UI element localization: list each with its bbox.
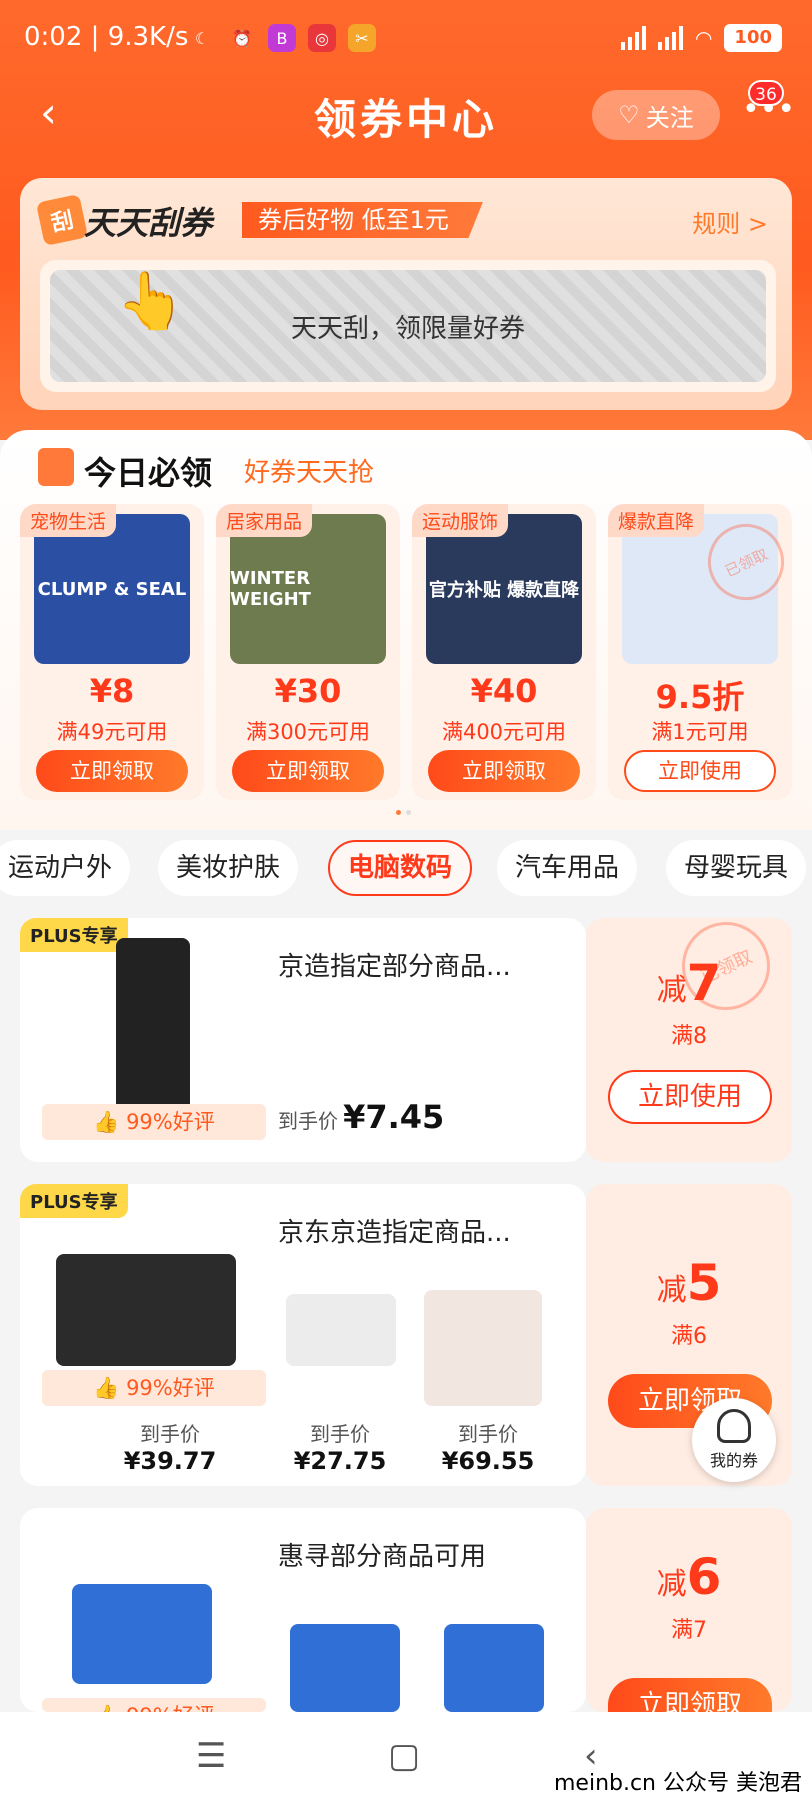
wifi-icon: ◠ [694,26,713,50]
today-must-claim-section: 今日必领 好券天天抢 宠物生活 CLUMP & SEAL ¥8 满49元可用 立… [0,430,812,830]
product-image [286,1294,396,1366]
price-item: 到手价 ¥69.55 [441,1422,535,1475]
home-icon[interactable]: ▢ [388,1736,420,1776]
product-name: 惠寻部分商品可用 [278,1542,487,1572]
card-condition: 满300元可用 [245,720,371,744]
target-app-icon: ◎ [308,24,336,52]
card-category-tag: 运动服饰 [412,504,509,537]
menu-icon[interactable]: ☰ [196,1736,226,1776]
system-nav-bar: ☰ ▢ ‹ meinb.cn 公众号 美泡君 [0,1712,812,1805]
rating-badge: 👍 99%好评 [42,1104,266,1140]
rules-link[interactable]: 规则 > [692,204,768,239]
claim-button[interactable]: 立即领取 [232,750,384,792]
discount-amount: 减5 [656,1254,722,1312]
product-image [116,938,190,1124]
scratch-tag: 刮 [35,193,89,247]
scratch-slogan: 券后好物 低至1元 [242,202,483,238]
use-button[interactable]: 立即使用 [608,1070,772,1124]
coupon-product-panel[interactable]: 惠寻部分商品可用 👍 99%好评 [20,1508,586,1712]
tab-auto[interactable]: 汽车用品 [497,840,638,896]
coupon-row: 惠寻部分商品可用 👍 99%好评 减6 满7 立即领取 [20,1508,792,1720]
tab-digital[interactable]: 电脑数码 [328,840,473,896]
scratch-card-banner: 刮 天天刮券 券后好物 低至1元 规则 > 天天刮，领限量好券 👆 [20,178,792,410]
pointing-hand-icon: 👆 [116,269,186,334]
price-item: 到手价 ¥39.77 [123,1422,217,1475]
discount-amount: 减6 [656,1548,722,1606]
plus-exclusive-badge: PLUS专享 [20,918,128,952]
scratch-title: 天天刮券 [84,204,213,242]
product-image [424,1290,542,1406]
card-category-tag: 爆款直降 [608,504,705,537]
card-category-tag: 宠物生活 [20,504,117,537]
coupon-card[interactable]: 居家用品 WINTER WEIGHT ¥30 满300元可用 立即领取 [216,504,400,800]
coupon-product-panel[interactable]: PLUS专享 京东京造指定商品... 👍 99%好评 到手价 ¥39.77 到手… [20,1184,586,1486]
card-price: ¥8 [89,672,135,710]
coupon-discount-panel: 减6 满7 立即领取 [586,1508,792,1720]
claim-button[interactable]: 立即领取 [428,750,580,792]
card-condition: 满400元可用 [441,720,567,744]
coupon-row: PLUS专享 👍 99%好评 京造指定部分商品... 到手价 ¥7.45 已领取… [20,907,792,1162]
claim-button[interactable]: 立即领取 [36,750,188,792]
coupon-row: PLUS专享 京东京造指定商品... 👍 99%好评 到手价 ¥39.77 到手… [20,1184,792,1486]
moon-icon: ☾ [194,28,210,48]
rating-badge: 👍 99%好评 [42,1698,266,1712]
final-price: 到手价 ¥7.45 [278,1098,445,1136]
tools-app-icon: ✂ [348,24,376,52]
follow-label: 关注 [645,103,694,132]
tab-baby[interactable]: 母婴玩具 [666,840,807,896]
card-price: ¥40 [470,672,538,710]
coupon-card[interactable]: 运动服饰 官方补贴 爆款直降 ¥40 满400元可用 立即领取 [412,504,596,800]
minimum-spend: 满7 [671,1618,707,1643]
user-icon [717,1409,751,1443]
rating-badge: 👍 99%好评 [42,1370,266,1406]
product-image [72,1584,212,1684]
plus-exclusive-badge: PLUS专享 [20,1184,128,1218]
alarm-icon: ⏰ [232,28,252,48]
nav-bar: ‹ 领券中心 ♡ 关注 ••• 36 [0,80,812,150]
card-price: 9.5折 [655,678,745,716]
product-name: 京造指定部分商品... [278,952,511,982]
product-name: 京东京造指定商品... [278,1218,511,1248]
use-button[interactable]: 立即使用 [624,750,776,792]
tab-outdoor[interactable]: 运动户外 [0,840,131,896]
status-bar: 0:02 | 9.3K/s ☾ ⏰ B ◎ ✂ ◠ 100 [0,0,812,80]
product-image [444,1624,544,1712]
product-image [56,1254,236,1366]
category-tabs: 运动户外 美妆护肤 电脑数码 汽车用品 母婴玩具 [0,840,812,900]
my-coupons-button[interactable]: 我的券 [692,1398,776,1482]
coupon-card[interactable]: 爆款直降 已领取 9.5折 满1元可用 立即使用 [608,504,792,800]
card-price: ¥30 [274,672,342,710]
watermark: meinb.cn 公众号 美泡君 [553,1771,802,1796]
minimum-spend: 满8 [671,1024,707,1049]
signal-icon-1 [620,26,646,50]
status-time: 0:02 | 9.3K/s [24,22,189,52]
tab-beauty[interactable]: 美妆护肤 [158,840,299,896]
card-condition: 满1元可用 [651,720,749,744]
product-image [290,1624,400,1712]
claim-button[interactable]: 立即领取 [608,1678,772,1720]
coupon-discount-panel: 已领取 减7 满8 立即使用 [586,907,792,1162]
status-right: ◠ 100 [620,24,782,52]
battery-icon: 100 [724,24,782,52]
coupon-product-panel[interactable]: PLUS专享 👍 99%好评 京造指定部分商品... 到手价 ¥7.45 [20,918,586,1162]
discount-amount: 减7 [656,954,722,1012]
section-logo-icon [38,448,74,486]
heart-plus-icon: ♡ [618,101,640,129]
card-condition: 满49元可用 [56,720,168,744]
bank-app-icon: B [268,24,296,52]
my-coupons-label: 我的券 [709,1451,758,1470]
status-icons: ☾ ⏰ B ◎ ✂ [188,24,376,52]
signal-icon-2 [657,26,683,50]
follow-button[interactable]: ♡ 关注 [592,90,720,140]
coupon-card[interactable]: 宠物生活 CLUMP & SEAL ¥8 满49元可用 立即领取 [20,504,204,800]
notification-badge: 36 [748,80,784,106]
price-item: 到手价 ¥27.75 [293,1422,387,1475]
section-title: 今日必领 [84,454,213,492]
carousel-dots [396,810,411,815]
minimum-spend: 满6 [671,1324,707,1349]
section-subtitle: 好券天天抢 [244,458,375,488]
today-card-list: 宠物生活 CLUMP & SEAL ¥8 满49元可用 立即领取 居家用品 WI… [20,504,792,800]
card-category-tag: 居家用品 [216,504,313,537]
